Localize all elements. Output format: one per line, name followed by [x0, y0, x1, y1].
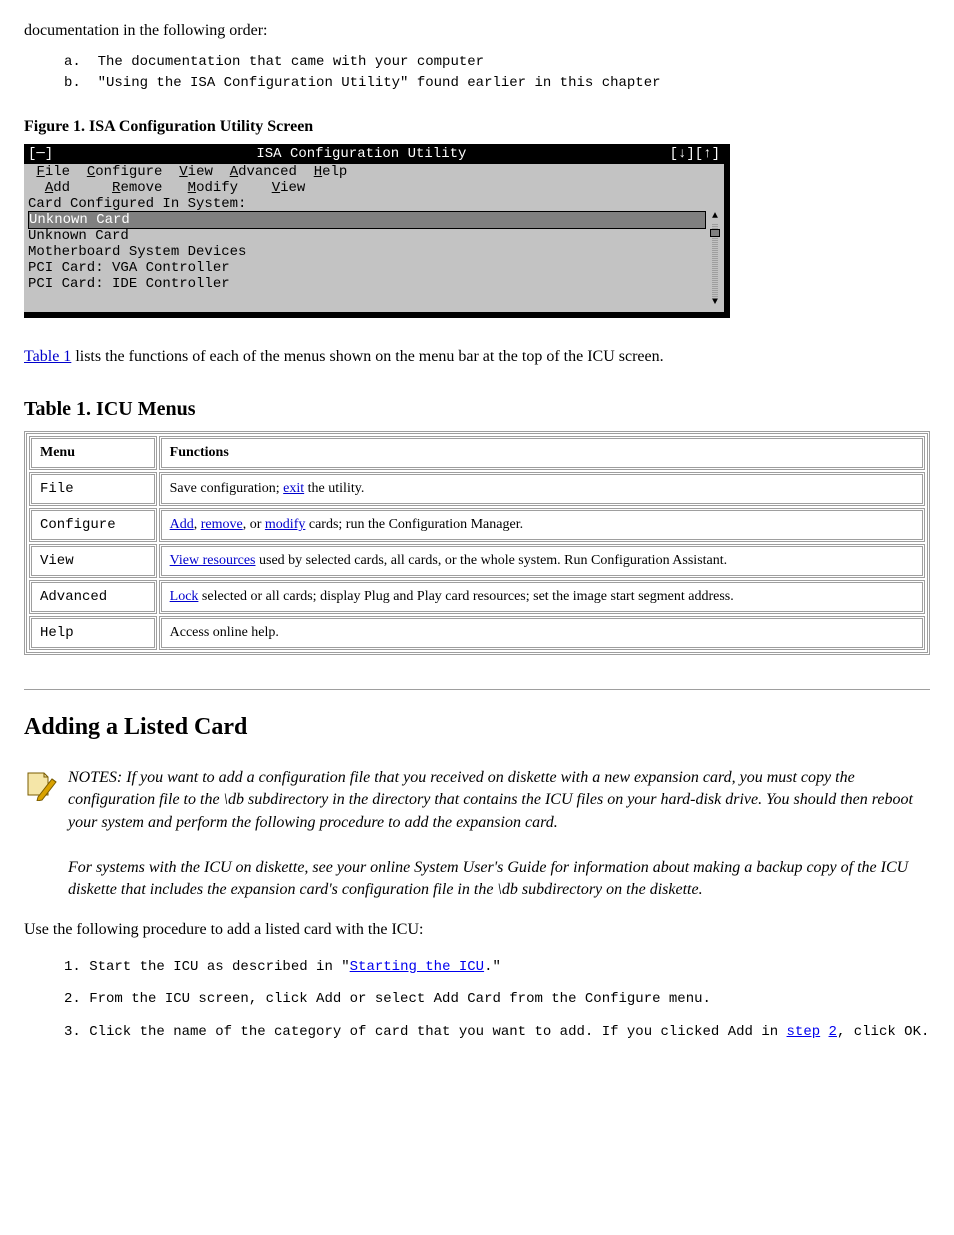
- table-row: Help Access online help.: [29, 616, 925, 650]
- doc-order-item: a. The documentation that came with your…: [64, 52, 930, 73]
- procedure-steps: 1. Start the ICU as described in "Starti…: [24, 956, 930, 1043]
- procedure-intro: Use the following procedure to add a lis…: [24, 919, 930, 941]
- tui-list-label: Card Configured In System:: [28, 196, 720, 212]
- step-3: 3. Click the name of the category of car…: [64, 1021, 930, 1043]
- after-figure-text: Table 1 lists the functions of each of t…: [24, 346, 930, 368]
- tui-card-row[interactable]: PCI Card: IDE Controller: [28, 276, 706, 292]
- step-link[interactable]: step: [787, 1024, 821, 1040]
- add-link[interactable]: Add: [170, 517, 194, 532]
- table-header-functions: Functions: [159, 436, 925, 470]
- tui-scrollbar[interactable]: ▲ ▼: [710, 212, 720, 308]
- adding-listed-card-heading: Adding a Listed Card: [24, 714, 930, 741]
- tui-card-row[interactable]: Motherboard System Devices: [28, 244, 706, 260]
- table-title: Table 1. ICU Menus: [24, 398, 930, 421]
- scroll-track[interactable]: [712, 223, 718, 297]
- note-text: NOTES: If you want to add a configuratio…: [68, 767, 930, 901]
- tui-card-row[interactable]: Unknown Card: [28, 211, 706, 229]
- step-2-link[interactable]: 2: [829, 1024, 837, 1040]
- table-header-menu: Menu: [29, 436, 157, 470]
- intro-text: documentation in the following order:: [24, 20, 930, 42]
- scroll-thumb[interactable]: [710, 229, 720, 237]
- tui-card-row-blank: [28, 292, 706, 308]
- step-1: 1. Start the ICU as described in "Starti…: [64, 956, 930, 978]
- exit-link[interactable]: exit: [283, 481, 304, 496]
- sys-user-guide: System User's Guide: [414, 859, 546, 876]
- table-row: Configure Add, remove, or modify cards; …: [29, 508, 925, 542]
- lock-link[interactable]: Lock: [170, 589, 199, 604]
- tui-menubar[interactable]: File Configure View Advanced Help: [24, 164, 724, 180]
- modify-link[interactable]: modify: [265, 517, 305, 532]
- tui-card-row[interactable]: PCI Card: VGA Controller: [28, 260, 706, 276]
- table-row: File Save configuration; exit the utilit…: [29, 472, 925, 506]
- scroll-up-icon[interactable]: ▲: [712, 212, 718, 222]
- starting-icu-link[interactable]: Starting the ICU: [350, 959, 484, 975]
- note-icon: [24, 767, 58, 801]
- doc-order-list: a. The documentation that came with your…: [24, 52, 930, 94]
- doc-order-item: b. "Using the ISA Configuration Utility"…: [64, 73, 930, 94]
- section-divider: [24, 689, 930, 690]
- tui-submenubar[interactable]: Add Remove Modify View: [24, 180, 724, 196]
- icu-menus-table: Menu Functions File Save configuration; …: [24, 431, 930, 655]
- remove-link[interactable]: remove: [201, 517, 243, 532]
- view-resources-link[interactable]: View resources: [170, 553, 256, 568]
- tui-sysmenu-icon[interactable]: [─]: [28, 146, 53, 162]
- table-row: Advanced Lock selected or all cards; dis…: [29, 580, 925, 614]
- figure-caption: Figure 1. ISA Configuration Utility Scre…: [24, 118, 930, 136]
- icu-screenshot: [─] ISA Configuration Utility [↓][↑] Fil…: [24, 144, 730, 318]
- tui-scroll-arrows-icon[interactable]: [↓][↑]: [670, 146, 720, 162]
- tui-card-row[interactable]: Unknown Card: [28, 228, 706, 244]
- table-row: View View resources used by selected car…: [29, 544, 925, 578]
- tui-titlebar: [─] ISA Configuration Utility [↓][↑]: [24, 144, 724, 164]
- scroll-down-icon[interactable]: ▼: [712, 298, 718, 308]
- table1-link[interactable]: Table 1: [24, 348, 71, 365]
- tui-title: ISA Configuration Utility: [53, 146, 669, 162]
- step-2: 2. From the ICU screen, click Add or sel…: [64, 988, 930, 1010]
